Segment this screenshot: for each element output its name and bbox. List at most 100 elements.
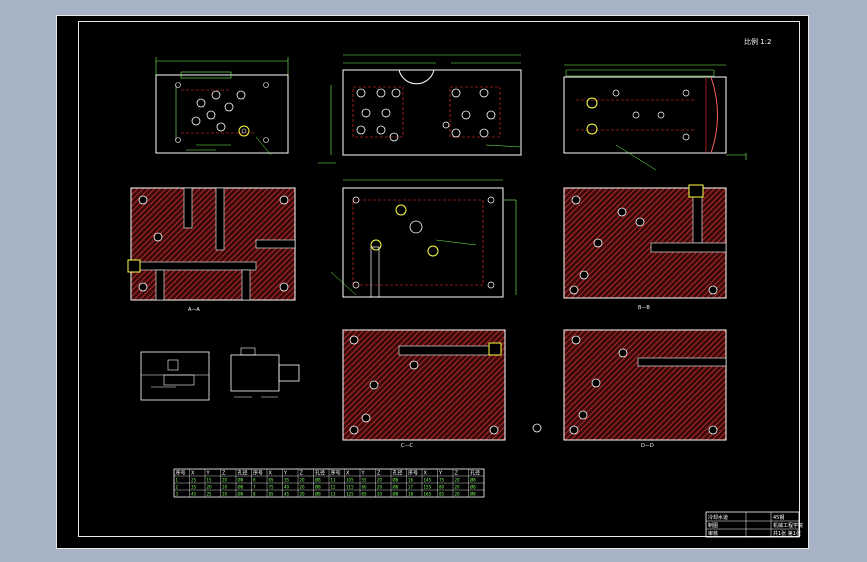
section-d-d: D—D [563, 329, 727, 449]
table-header-cell: 序号 [408, 470, 418, 477]
table-cell: 13 [331, 492, 337, 497]
section-label-a: A—A [188, 307, 200, 313]
table-cell: 1 [176, 478, 179, 483]
section-a-a: A—A [127, 187, 296, 313]
table-cell: 75 [439, 478, 445, 483]
drawing-canvas: 比例 1:2 A—A B—B C—C D—D 序号 X Y Z 孔径 序号 X … [127, 37, 803, 538]
table-cell: 20 [455, 478, 461, 483]
table-cell: 2 [176, 485, 179, 490]
table-cell: 45 [284, 492, 290, 497]
table-cell: 6 [253, 478, 256, 483]
top-left-view [155, 57, 289, 156]
table-cell: 16 [408, 478, 414, 483]
table-cell: Ø8 [470, 478, 476, 483]
table-header-cell: Y [438, 471, 443, 477]
table-cell: 125 [346, 492, 354, 497]
table-cell: 115 [346, 485, 354, 490]
table-cell: 35 [191, 485, 197, 490]
title-block-drawn: 制图 [708, 522, 718, 529]
table-cell: Ø8 [393, 492, 399, 497]
table-cell: 11 [331, 478, 337, 483]
table-cell: Ø8 [238, 492, 244, 497]
table-cell: 20 [377, 492, 383, 497]
table-cell: 3 [176, 492, 179, 497]
middle-center-view [330, 179, 517, 298]
table-header-cell: Y [361, 471, 366, 477]
table-header-cell: Z [377, 471, 381, 477]
table-header-cell: 序号 [331, 470, 341, 477]
table-cell: 105 [346, 478, 354, 483]
table-cell: 65 [362, 492, 368, 497]
table-cell: 20 [300, 492, 306, 497]
table-cell: 17 [408, 485, 414, 490]
aux-views [140, 347, 300, 401]
table-header-cell: 序号 [253, 470, 263, 477]
table-header-cell: X [191, 471, 195, 477]
table-header-cell: Y [283, 471, 288, 477]
table-cell: 80 [439, 485, 445, 490]
title-block: 冷却水道 45钢 制图 机械工程学院 审核 共1张 第1张 [705, 511, 803, 538]
table-header-cell: 序号 [176, 470, 186, 477]
title-block-sheet: 共1张 第1张 [773, 530, 801, 537]
table-cell: 65 [269, 478, 275, 483]
section-label-d: D—D [641, 443, 654, 449]
table-header-cell: Z [455, 471, 459, 477]
table-cell: 8 [253, 492, 256, 497]
table-cell: Ø8 [315, 485, 321, 490]
table-cell: Ø8 [238, 478, 244, 483]
table-cell: Ø8 [393, 485, 399, 490]
table-cell: 20 [377, 485, 383, 490]
table-cell: 18 [408, 492, 414, 497]
table-cell: 40 [284, 485, 290, 490]
title-block-material: 45钢 [773, 514, 784, 521]
table-header-cell: X [269, 471, 273, 477]
table-cell: 55 [362, 478, 368, 483]
table-header-cell: X [424, 471, 428, 477]
table-header-cell: 孔径 [470, 470, 480, 477]
table-header-cell: Z [300, 471, 304, 477]
table-cell: 12 [331, 485, 337, 490]
section-label-c: C—C [401, 443, 413, 449]
table-cell: 165 [424, 492, 432, 497]
loose-hole [532, 423, 542, 433]
section-label-b: B—B [638, 305, 650, 311]
table-cell: 20 [300, 478, 306, 483]
table-cell: 20 [222, 478, 228, 483]
table-cell: 20 [222, 492, 228, 497]
table-cell: 85 [439, 492, 445, 497]
table-cell: 20 [207, 485, 213, 490]
table-header-cell: Y [206, 471, 211, 477]
title-block-checked: 审核 [708, 530, 718, 537]
table-cell: 35 [284, 478, 290, 483]
cad-viewer: 比例 1:2 A—A B—B C—C D—D 序号 X Y Z 孔径 序号 X … [0, 0, 867, 562]
table-cell: 20 [455, 492, 461, 497]
table-cell: Ø8 [238, 485, 244, 490]
table-header-cell: X [346, 471, 350, 477]
table-cell: 75 [269, 485, 275, 490]
table-cell: 20 [222, 485, 228, 490]
top-middle-view [318, 54, 522, 164]
table-cell: 145 [424, 478, 432, 483]
table-cell: Ø8 [470, 485, 476, 490]
table-header-cell: 孔径 [393, 470, 403, 477]
table-cell: 15 [207, 478, 213, 483]
drawing-sheet: 比例 1:2 A—A B—B C—C D—D 序号 X Y Z 孔径 序号 X … [56, 15, 809, 549]
table-cell: Ø8 [315, 478, 321, 483]
table-cell: 7 [253, 485, 256, 490]
table-cell: 20 [300, 485, 306, 490]
table-header-cell: 孔径 [315, 470, 325, 477]
table-header-cell: 孔径 [238, 470, 248, 477]
table-cell: 25 [191, 478, 197, 483]
top-right-view [563, 64, 747, 171]
table-cell: 155 [424, 485, 432, 490]
table-cell: 20 [455, 485, 461, 490]
section-b-b: B—B [563, 184, 727, 311]
title-block-title: 冷却水道 [708, 514, 728, 521]
title-block-school: 机械工程学院 [773, 522, 803, 529]
table-cell: Ø8 [315, 492, 321, 497]
table-cell: Ø8 [470, 492, 476, 497]
scale-note: 比例 1:2 [744, 37, 772, 46]
table-cell: 85 [269, 492, 275, 497]
table-cell: 45 [191, 492, 197, 497]
table-cell: 20 [377, 478, 383, 483]
